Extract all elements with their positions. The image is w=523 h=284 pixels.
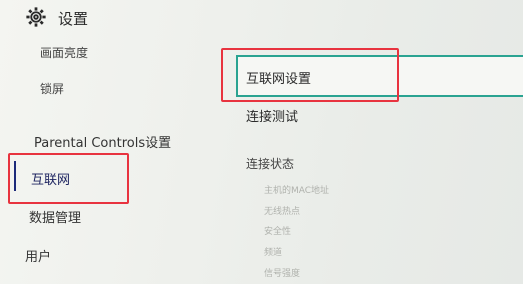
annotation-box-internet-settings	[221, 48, 399, 102]
channel-label: 频道	[264, 248, 283, 258]
connection-test-item[interactable]: 连接测试	[246, 106, 298, 125]
connection-status-heading: 连接状态	[246, 157, 295, 171]
settings-screen: 设置 画面亮度 锁屏 Parental Controls设置 互联网 数据管理 …	[0, 0, 523, 284]
sidebar-item-brightness[interactable]: 画面亮度	[40, 44, 88, 61]
annotation-box-internet	[8, 153, 129, 204]
page-title: 设置	[58, 10, 89, 28]
sidebar-item-parental-controls[interactable]: Parental Controls设置	[34, 132, 171, 151]
wireless-hotspot-label: 无线热点	[264, 207, 301, 217]
signal-strength-label: 信号强度	[264, 269, 301, 279]
gear-icon	[26, 7, 46, 27]
security-label: 安全性	[264, 227, 292, 237]
sidebar-item-lock-screen[interactable]: 锁屏	[40, 80, 64, 97]
sidebar-item-users[interactable]: 用户	[25, 246, 51, 265]
sidebar-item-data-management[interactable]: 数据管理	[29, 207, 81, 226]
mac-address-label: 主机的MAC地址	[264, 186, 330, 196]
